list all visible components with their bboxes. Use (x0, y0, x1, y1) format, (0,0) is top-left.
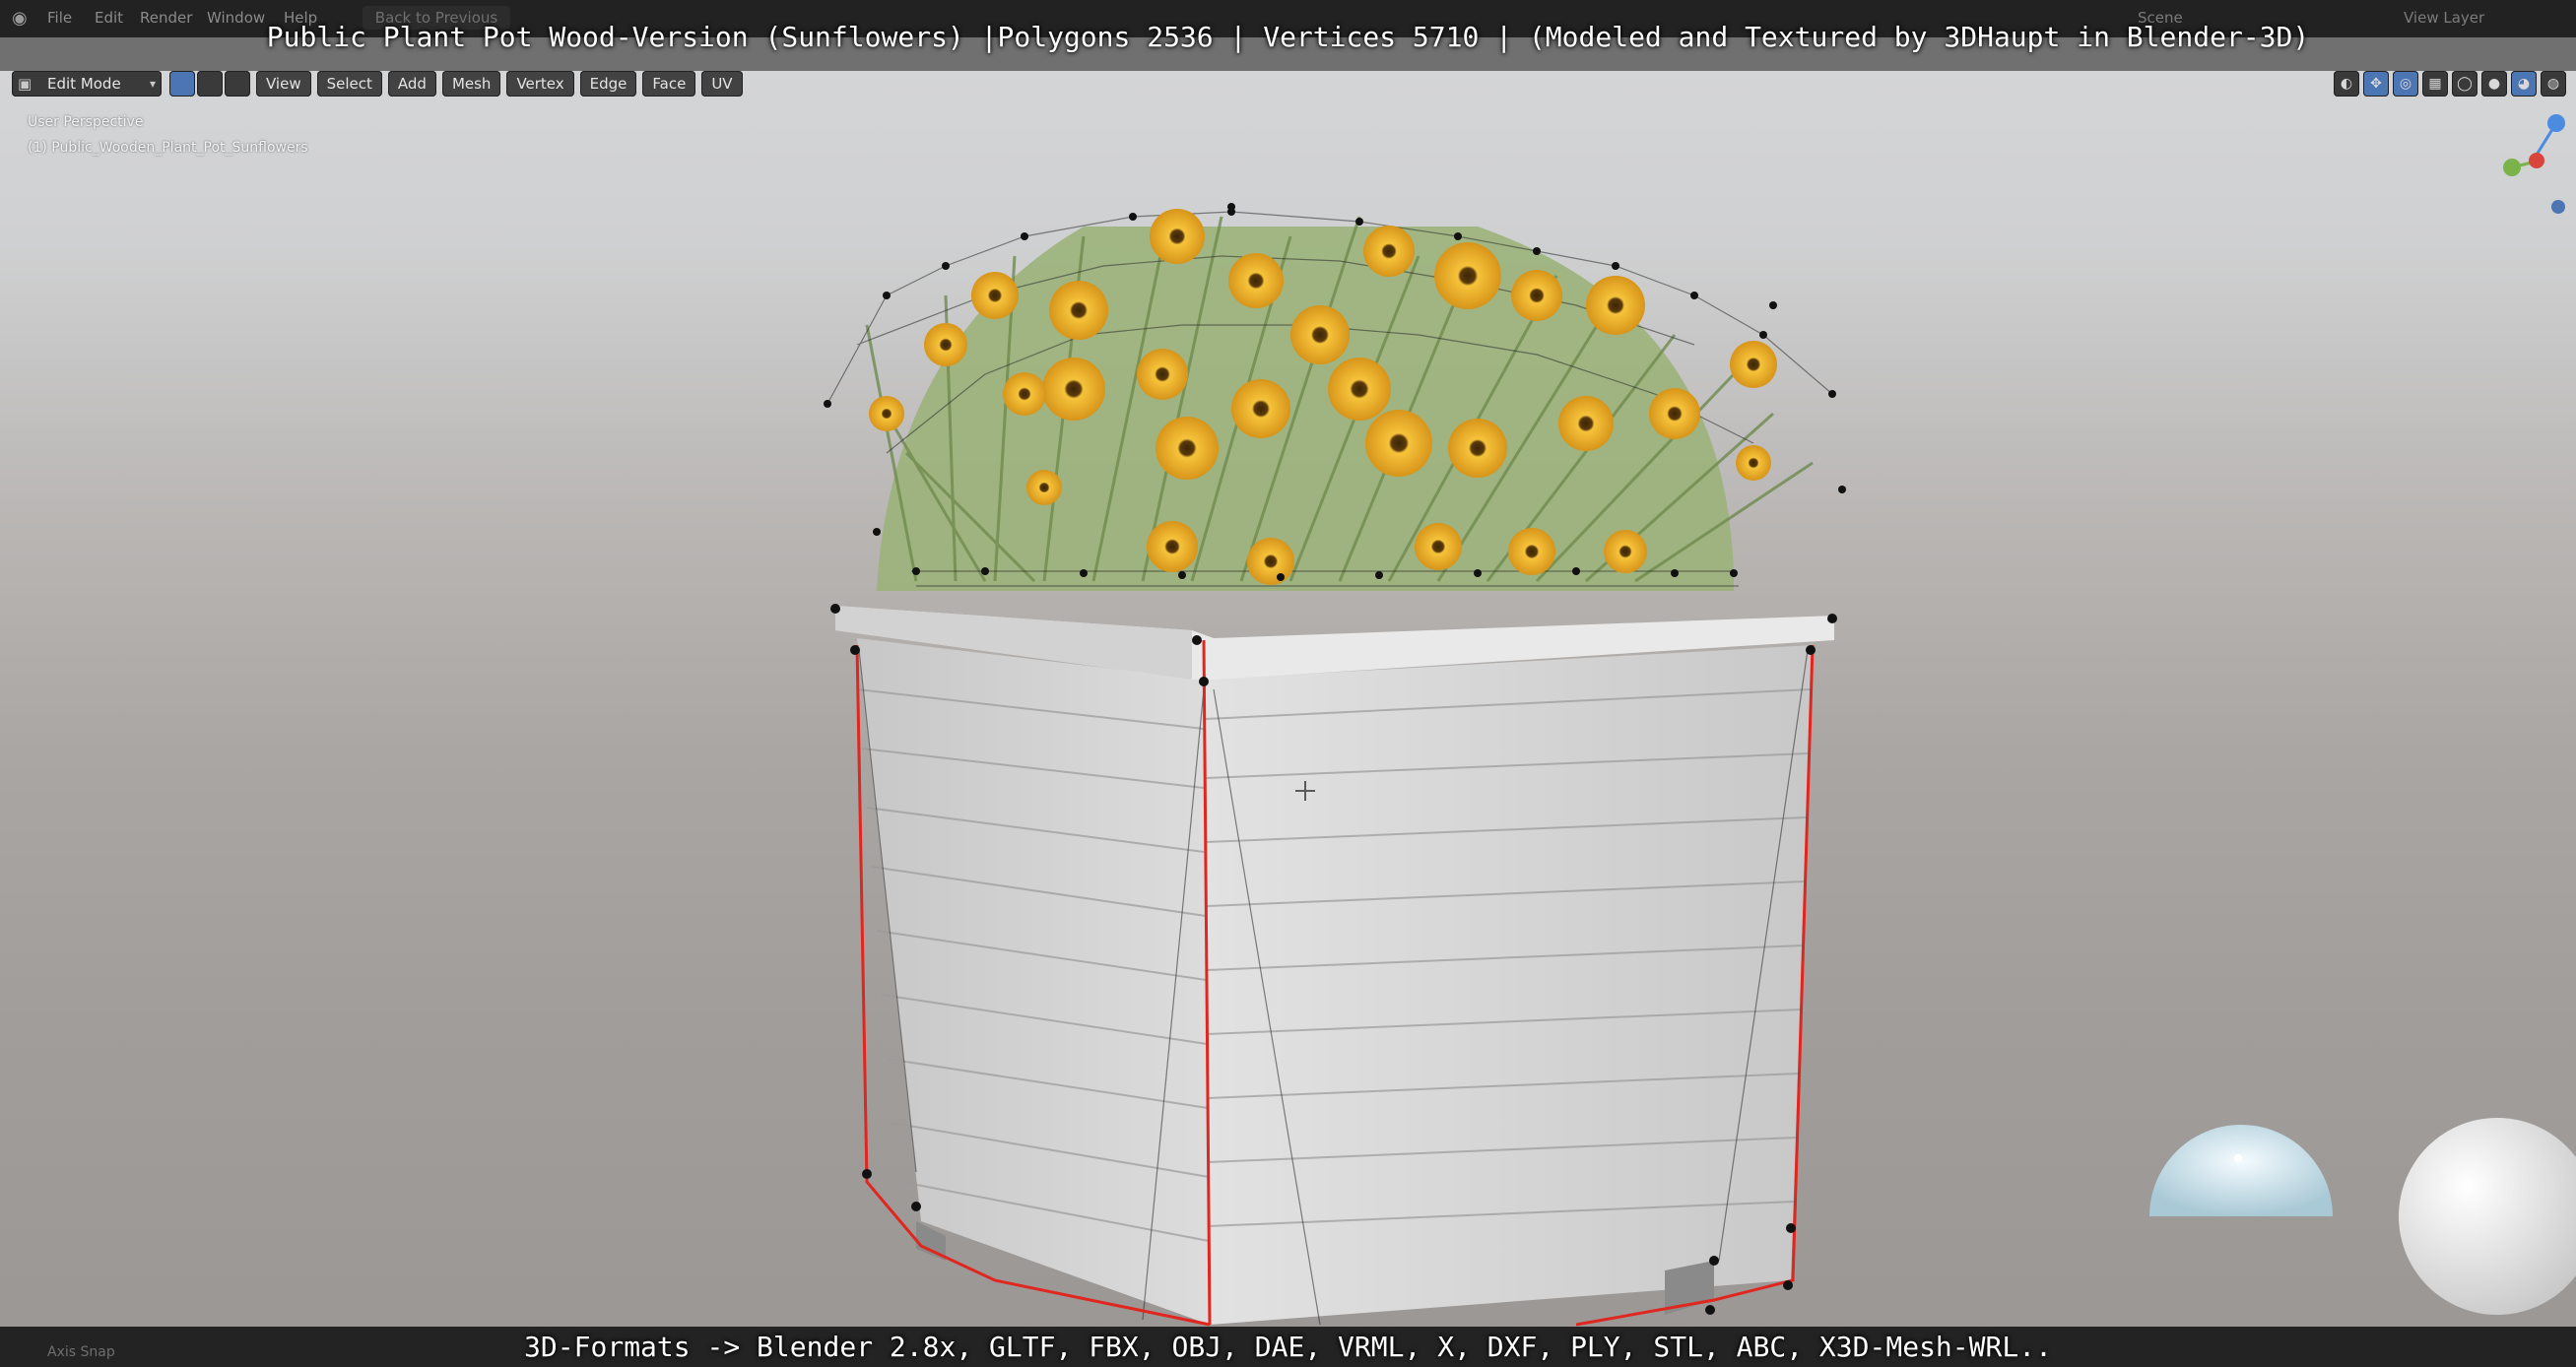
rendered-shading-icon[interactable]: ◍ (2541, 71, 2566, 97)
header-menu-mesh[interactable]: Mesh (441, 71, 501, 97)
perspective-label: User Perspective (28, 114, 144, 130)
xray-toggle-icon[interactable]: ▦ (2422, 71, 2448, 97)
viewport-shading-group: ◐ ✥ ◎ ▦ ◯ ● ◕ ◍ (2334, 71, 2566, 97)
header-menu-uv[interactable]: UV (701, 71, 743, 97)
visibility-icon[interactable]: ◐ (2334, 71, 2359, 97)
edge-select-icon[interactable] (197, 71, 223, 97)
header-menu-view[interactable]: View (256, 71, 311, 97)
solid-shading-icon[interactable]: ● (2481, 71, 2507, 97)
header-menu-face[interactable]: Face (642, 71, 696, 97)
overlay-toggle-icon[interactable]: ◎ (2393, 71, 2418, 97)
blender-window: ◉ File Edit Render Window Help Back to P… (0, 0, 2576, 1367)
mode-dropdown[interactable]: ▣ Edit Mode ▾ (12, 71, 162, 97)
header-menus: View Select Add Mesh Vertex Edge Face UV (256, 71, 743, 97)
wireframe-shading-icon[interactable]: ◯ (2452, 71, 2477, 97)
material-shading-icon[interactable]: ◕ (2511, 71, 2537, 97)
header-menu-edge[interactable]: Edge (579, 71, 637, 97)
mode-label: Edit Mode (47, 75, 121, 93)
face-select-icon[interactable] (225, 71, 250, 97)
gizmo-toggle-icon[interactable]: ✥ (2363, 71, 2389, 97)
chevron-down-icon: ▾ (149, 77, 156, 91)
hdri-preview-spheres (2149, 1118, 2576, 1315)
header-menu-select[interactable]: Select (316, 71, 382, 97)
wooden-planter-box (830, 604, 1837, 1327)
edit-mode-icon: ▣ (18, 75, 33, 93)
header-menu-add[interactable]: Add (387, 71, 436, 97)
vertex-select-icon[interactable] (169, 71, 195, 97)
video-title-caption: Public Plant Pot Wood-Version (Sunflower… (266, 21, 2310, 53)
select-mode-group (169, 71, 250, 97)
navigation-gizmo[interactable] (2497, 108, 2566, 217)
scene-render (824, 203, 2576, 1327)
active-object-label: (1) Public_Wooden_Plant_Pot_Sunflowers (28, 140, 308, 156)
header-menu-vertex[interactable]: Vertex (506, 71, 574, 97)
formats-caption: 3D-Formats -> Blender 2.8x, GLTF, FBX, O… (524, 1331, 2052, 1363)
